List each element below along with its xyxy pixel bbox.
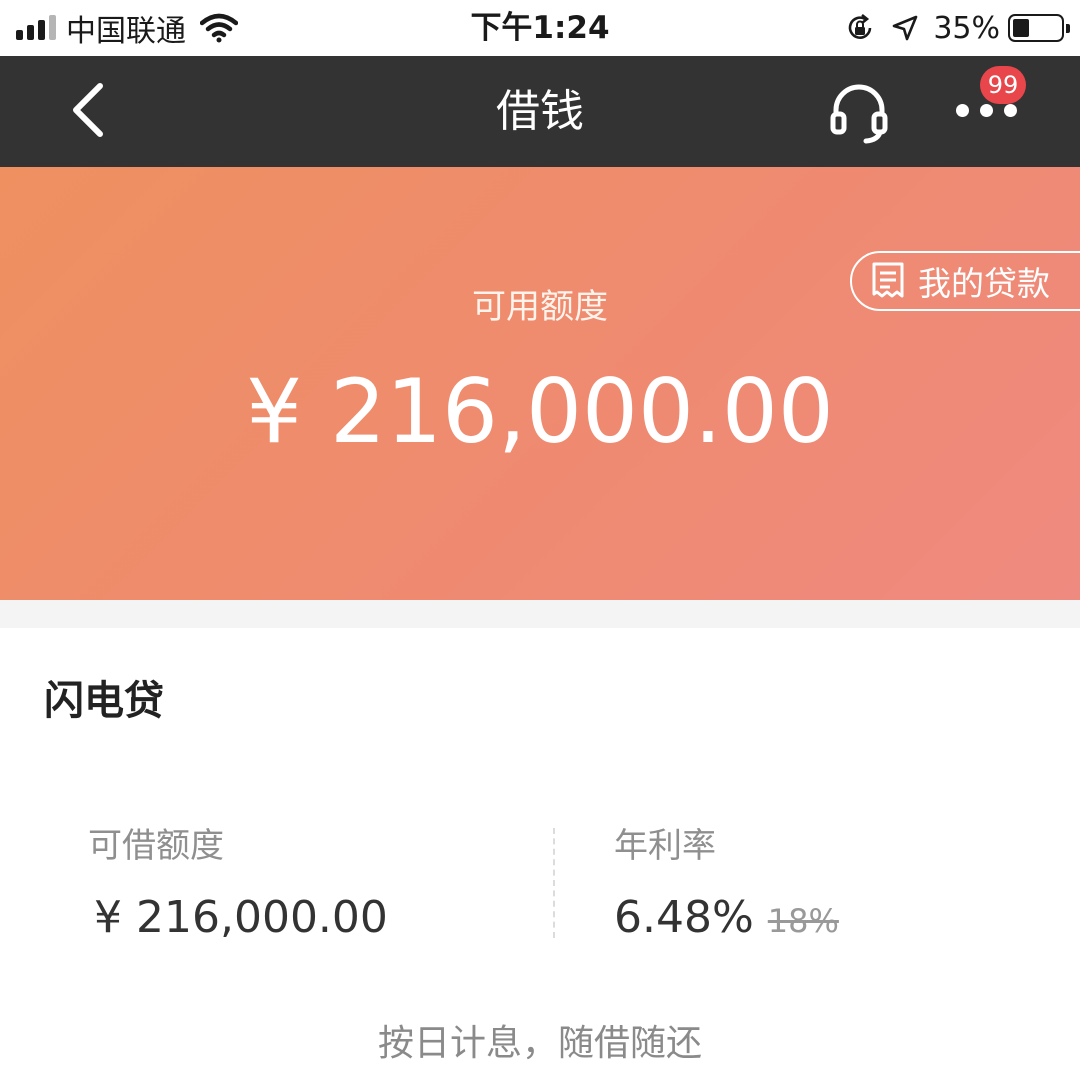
original-rate-value: 18% xyxy=(767,902,839,940)
status-right: 35% xyxy=(845,8,1070,48)
battery-icon xyxy=(1008,14,1070,42)
more-button[interactable]: 99 xyxy=(950,66,1026,142)
hero-banner: 我的贷款 可用额度 ¥ 216,000.00 xyxy=(0,167,1080,600)
interest-rate-label: 年利率 xyxy=(614,826,716,866)
column-divider xyxy=(553,828,555,938)
interest-rate-block: 年利率 6.48% 18% xyxy=(614,824,839,951)
credit-limit-block: 可借额度 ¥ 216,000.00 xyxy=(88,824,388,948)
status-bar: 中国联通 下午1:24 35% xyxy=(0,0,1080,56)
nav-bar: 借钱 99 xyxy=(0,56,1080,167)
credit-limit-value: ¥ 216,000.00 xyxy=(94,892,388,943)
interest-note: 按日计息，随借随还 xyxy=(377,1023,702,1064)
battery-percent: 35% xyxy=(933,10,1000,46)
credit-limit-label: 可借额度 xyxy=(88,826,224,866)
interest-rate-value: 6.48% xyxy=(614,892,754,943)
interest-rate-row: 6.48% 18% xyxy=(614,888,839,951)
product-title: 闪电贷 xyxy=(44,678,164,724)
available-credit-amount: ¥ 216,000.00 xyxy=(246,360,834,463)
more-dots-icon[interactable] xyxy=(956,104,1017,117)
rotation-lock-icon xyxy=(849,13,872,39)
product-card[interactable]: 闪电贷 可借额度 ¥ 216,000.00 年利率 6.48% 18% 按日计息，… xyxy=(0,628,1080,1075)
headset-icon[interactable] xyxy=(826,80,892,146)
notification-badge: 99 xyxy=(980,66,1026,104)
location-arrow-icon xyxy=(893,15,918,41)
page-title: 借钱 xyxy=(496,86,584,137)
available-credit-label: 可用额度 xyxy=(472,287,608,327)
section-gap xyxy=(0,600,1080,628)
